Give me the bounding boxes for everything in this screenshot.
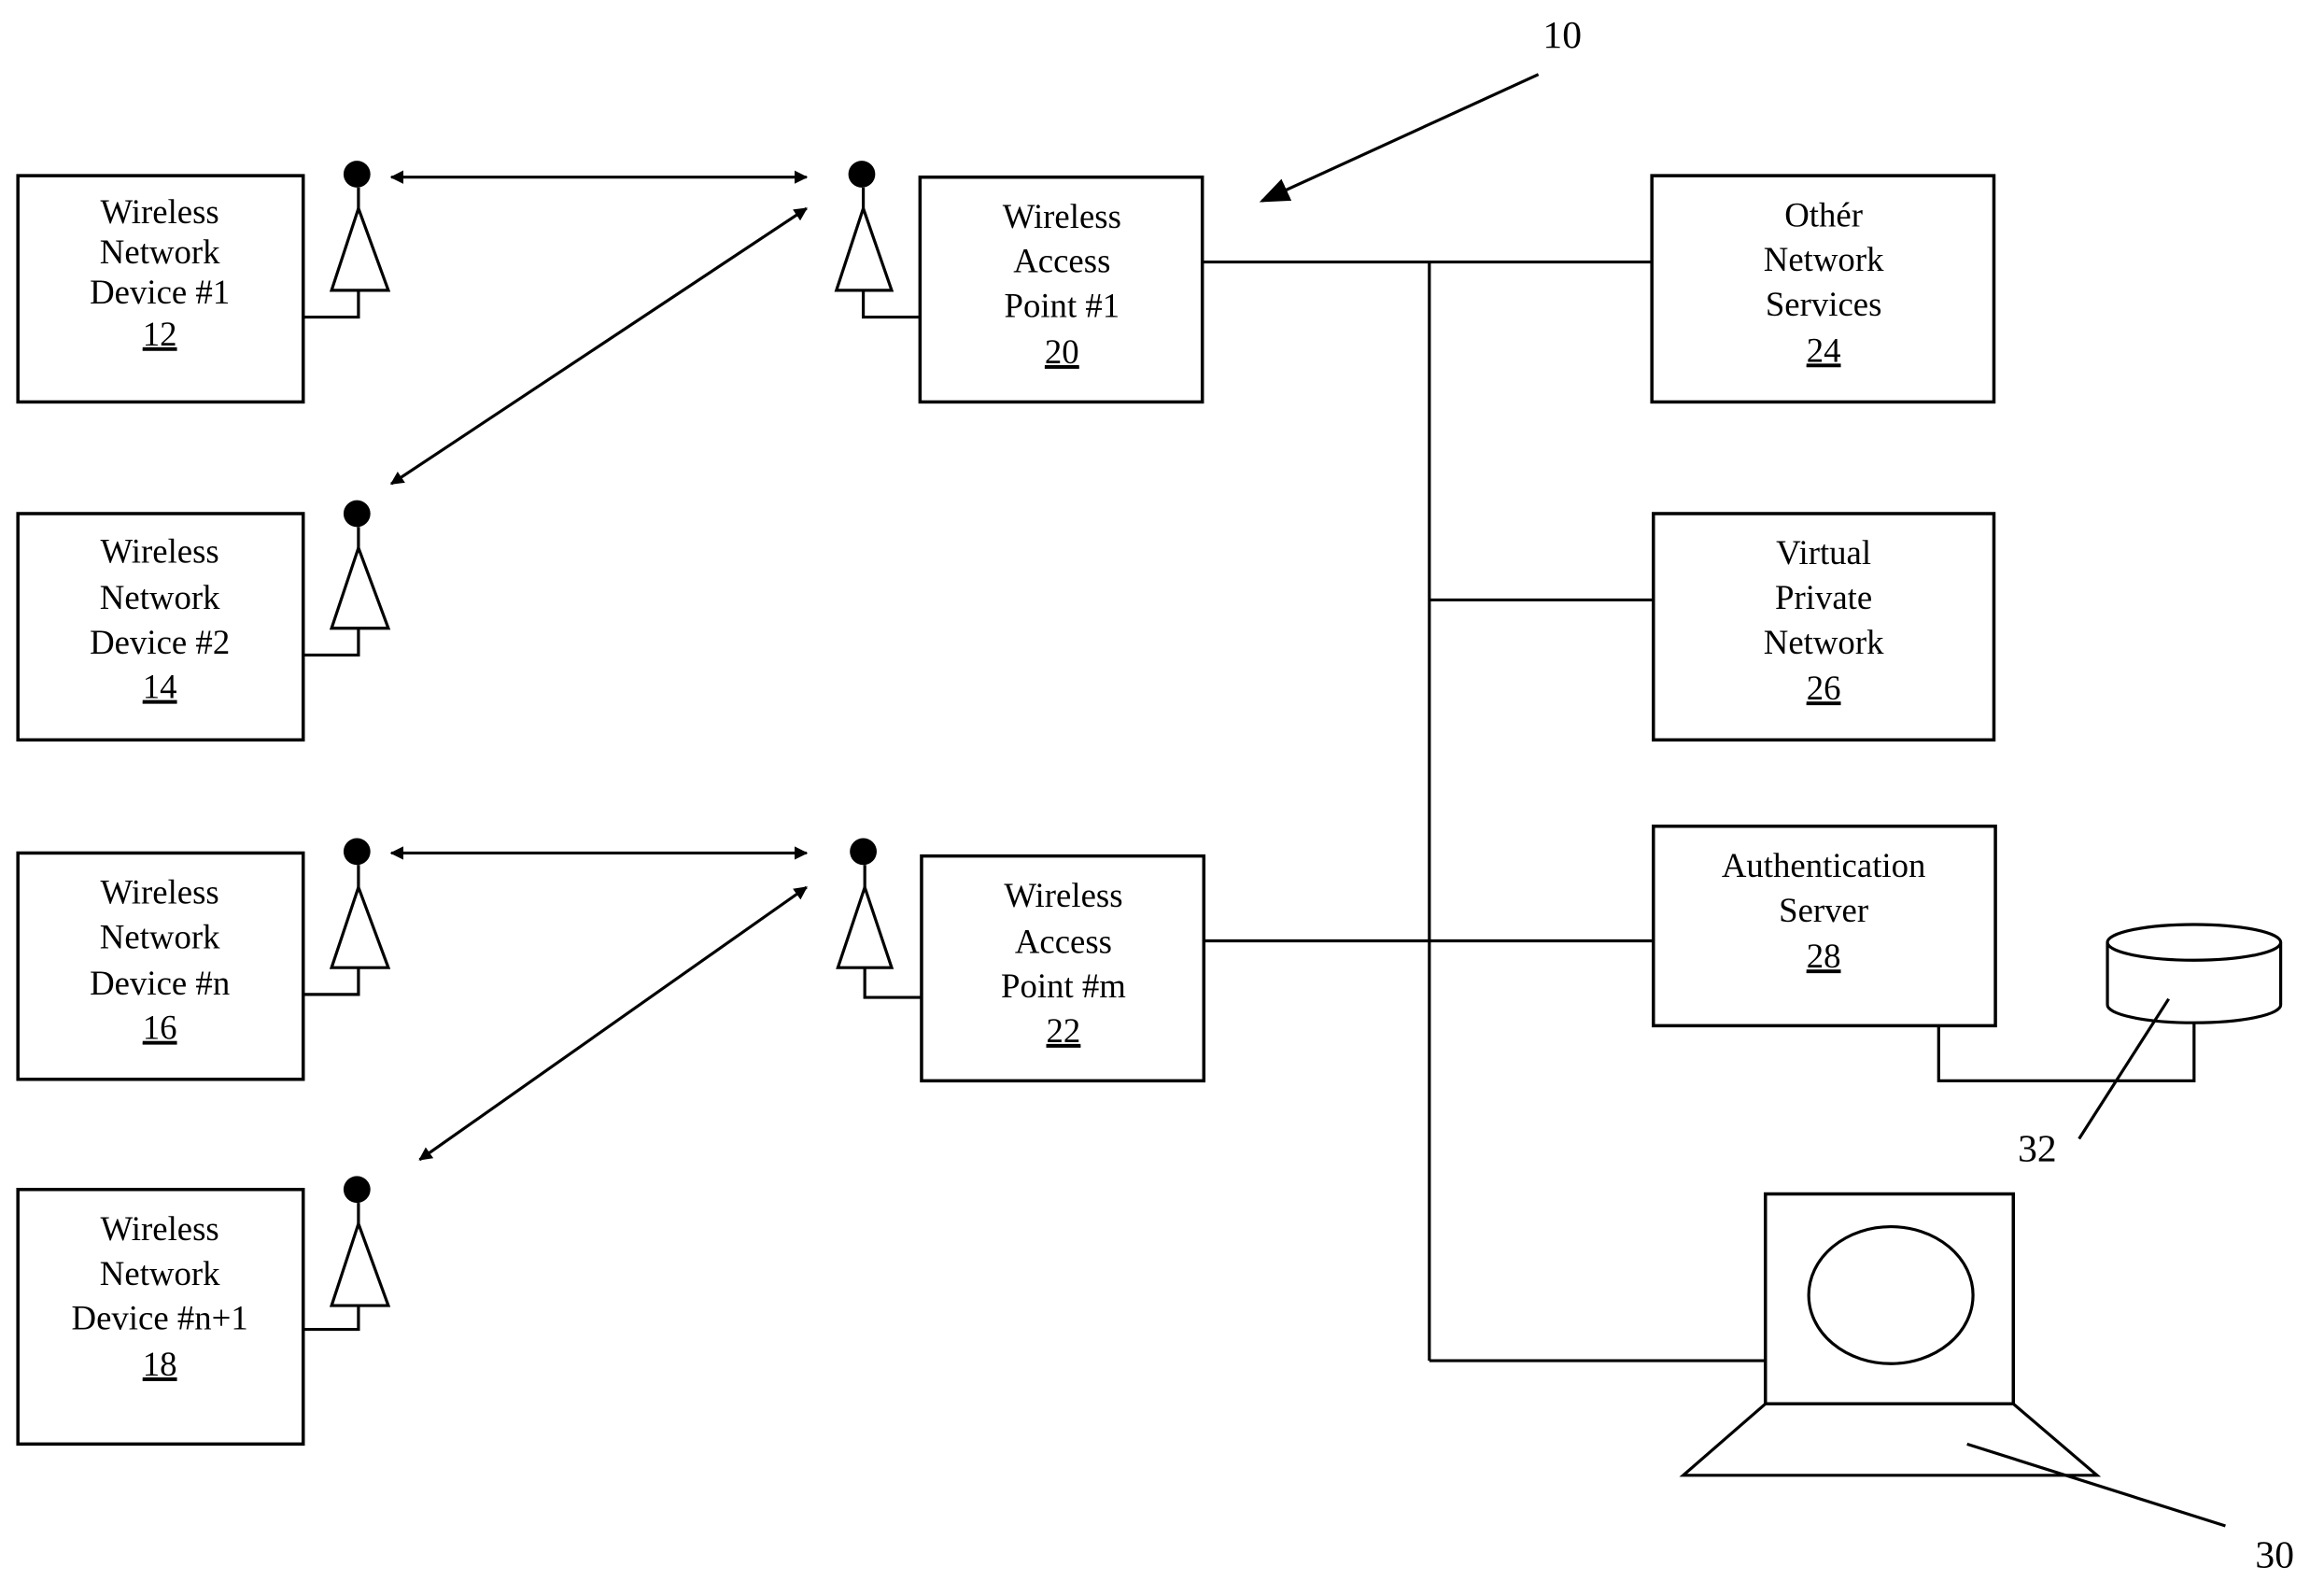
- access-point-1[interactable]: Wireless Access Point #1 20: [834, 161, 1204, 404]
- database-cylinder-icon: [2106, 923, 2283, 1024]
- wireless-device-1[interactable]: Wireless Network Device #1 12: [16, 161, 391, 404]
- authentication-server[interactable]: Authentication Server 28: [1652, 825, 1997, 1028]
- figure-reference: 10: [1259, 13, 1582, 203]
- service-label-line: Virtual: [1776, 533, 1871, 572]
- access-point-label-line: Point #1: [1004, 287, 1120, 325]
- device-label-line: Network: [100, 918, 220, 956]
- antenna-icon: [303, 838, 391, 996]
- service-ref-number: 26: [1807, 669, 1841, 707]
- device-label-line: Device #n+1: [72, 1299, 248, 1337]
- computer[interactable]: 30: [1679, 1192, 2294, 1576]
- device-ref-number: 18: [143, 1345, 177, 1383]
- service-label-line: Private: [1775, 578, 1872, 616]
- antenna-icon: [834, 161, 921, 319]
- device-ref-number: 16: [143, 1009, 177, 1047]
- service-ref-number: 24: [1807, 331, 1841, 369]
- database-connector: [1937, 1023, 2196, 1082]
- service-label-line: Network: [1764, 240, 1884, 278]
- service-label-line: Network: [1764, 623, 1884, 661]
- service-ref-number: 28: [1807, 937, 1841, 975]
- computer-terminal-icon: [1679, 1192, 2102, 1477]
- access-point-label-line: Point #m: [1001, 967, 1126, 1005]
- wireless-device-n[interactable]: Wireless Network Device #n 16: [16, 838, 391, 1081]
- wireless-link-arrow: [418, 885, 808, 1162]
- access-point-label-line: Access: [1013, 242, 1110, 280]
- service-label-line: Othér: [1784, 195, 1863, 233]
- device-ref-number: 12: [143, 315, 177, 353]
- wireless-device-2[interactable]: Wireless Network Device #2 14: [16, 500, 391, 742]
- device-label-line: Wireless: [101, 1209, 219, 1248]
- device-label-line: Network: [100, 578, 220, 616]
- computer-leader-line: [1966, 1442, 2226, 1528]
- device-label-line: Wireless: [101, 873, 219, 911]
- virtual-private-network[interactable]: Virtual Private Network 26: [1652, 512, 1996, 742]
- device-label-line: Network: [100, 1254, 220, 1292]
- access-point-label-line: Access: [1015, 922, 1112, 960]
- access-point-ref-number: 22: [1047, 1011, 1081, 1050]
- wireless-link-arrow: [389, 206, 808, 486]
- figure-reference-label: 10: [1542, 13, 1582, 56]
- antenna-icon: [303, 161, 391, 319]
- access-point-ref-number: 20: [1045, 332, 1079, 371]
- figure-reference-arrow: [1259, 73, 1540, 203]
- database-ref-number: 32: [2018, 1127, 2057, 1170]
- antenna-icon: [303, 1176, 391, 1332]
- access-point-label-line: Wireless: [1003, 197, 1121, 235]
- device-label-line: Network: [100, 233, 220, 271]
- access-point-label-line: Wireless: [1004, 876, 1122, 914]
- database-leader-line: [2078, 997, 2170, 1140]
- antenna-icon: [836, 838, 922, 999]
- device-ref-number: 14: [143, 668, 177, 706]
- antenna-icon: [303, 500, 391, 657]
- device-label-line: Wireless: [101, 532, 219, 571]
- device-label-line: Device #2: [90, 623, 230, 661]
- computer-ref-number: 30: [2255, 1533, 2294, 1576]
- service-label-line: Server: [1779, 891, 1868, 929]
- wireless-device-n-plus-1[interactable]: Wireless Network Device #n+1 18: [16, 1176, 391, 1447]
- service-label-line: Authentication: [1722, 846, 1926, 884]
- device-label-line: Wireless: [101, 192, 219, 231]
- other-network-services[interactable]: Othér Network Services 24: [1650, 174, 1996, 404]
- service-label-line: Services: [1766, 285, 1882, 323]
- access-point-m[interactable]: Wireless Access Point #m 22: [836, 838, 1206, 1083]
- network-bus: [1202, 260, 1768, 1362]
- device-label-line: Device #1: [90, 273, 230, 311]
- device-label-line: Device #n: [90, 964, 230, 1002]
- network-diagram: 10 Wireless Network Device #1 12 Wireles…: [16, 13, 2294, 1576]
